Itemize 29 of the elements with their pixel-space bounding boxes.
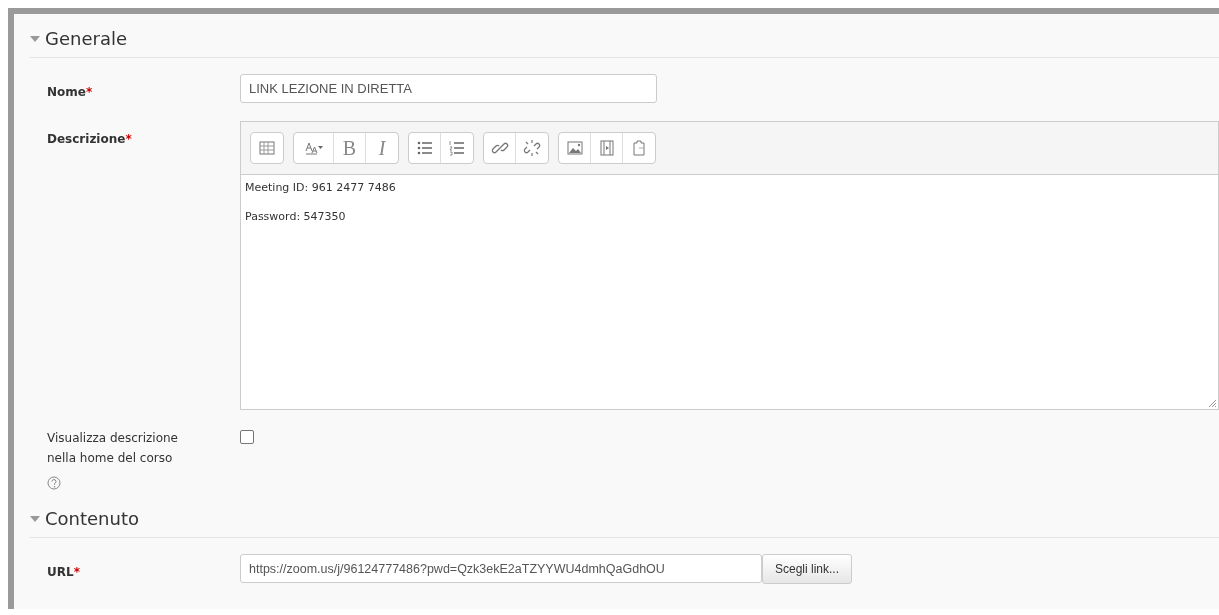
required-mark: * [73,565,80,579]
field-label: URL* [46,564,81,581]
editor-text: Meeting ID: 961 2477 7486 [245,181,397,194]
help-icon[interactable] [47,476,61,490]
required-mark: * [85,85,93,99]
url-field[interactable]: https://zoom.us/j/96124777486?pwd=Qzk3ekE2aTZYYWU4dmhQaGdhOU [240,554,762,583]
table-icon [258,139,276,157]
name-field[interactable]: LINK LEZIONE IN DIRETTA [240,74,657,103]
video-icon [597,139,616,157]
collapse-caret-icon[interactable] [30,515,40,522]
bullet-list-icon [415,139,434,157]
required-mark: * [125,132,132,146]
bold-button[interactable]: B [334,133,366,163]
field-label: Descrizione* [46,131,133,148]
image-icon [565,139,584,157]
unlink-icon [523,139,541,157]
number-list-icon [448,139,466,157]
choose-link-button[interactable]: Scegli link... [762,554,853,584]
text-editor[interactable]: B I Meeting ID: 961 2477 7486 Password: 547350 [240,121,1219,410]
editor-text: Password: 547350 [245,210,347,223]
section-title[interactable]: Generale [45,28,127,49]
field-label: Nome* [46,84,94,101]
field-label: Visualizza descrizione nella home del corso [47,431,178,465]
checkbox[interactable] [240,430,254,444]
collapse-caret-icon[interactable] [30,35,40,42]
paste-icon [630,139,648,157]
resize-handle-icon[interactable] [1208,399,1216,407]
italic-button[interactable]: I [366,133,398,163]
section-title[interactable]: Contenuto [45,508,139,529]
